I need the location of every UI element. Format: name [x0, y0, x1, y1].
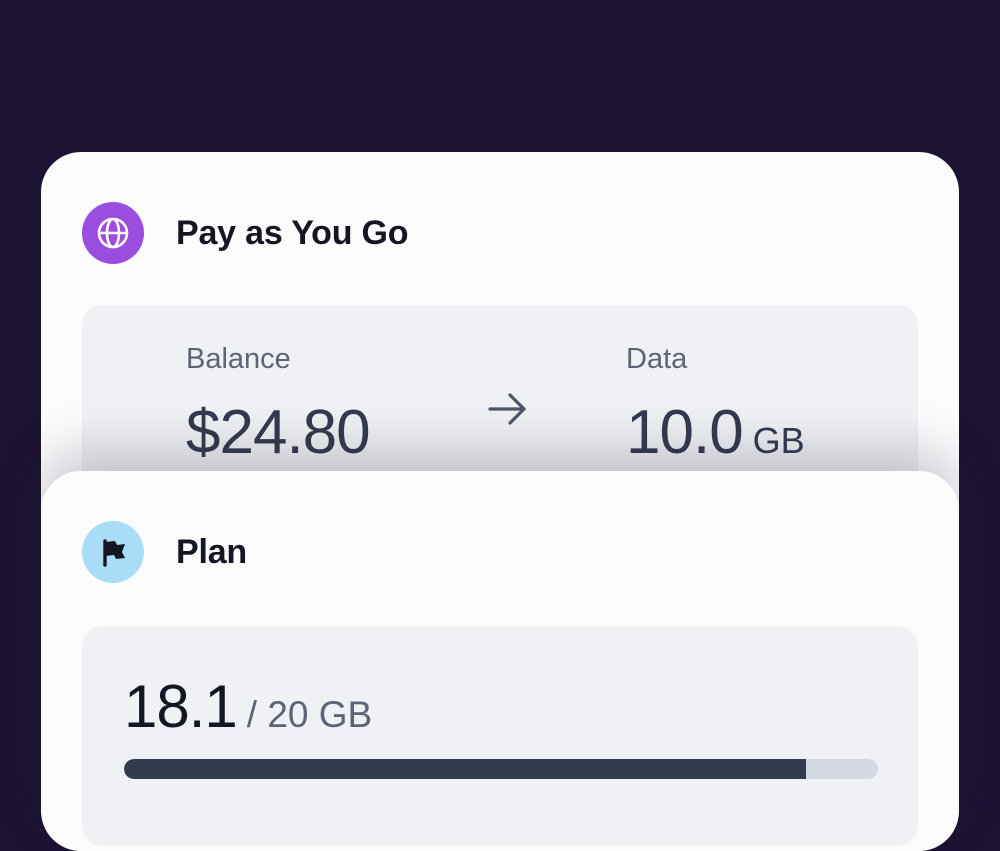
- balance-value: $24.80: [186, 398, 371, 467]
- usage-panel: 18.1/ 20 GB: [82, 626, 918, 846]
- pay-as-you-go-header: Pay as You Go: [82, 202, 409, 264]
- usage-total: / 20 GB: [246, 694, 373, 735]
- data-label: Data: [626, 343, 688, 375]
- flag-icon: [82, 521, 144, 583]
- plan-header: Plan: [82, 521, 247, 583]
- data-value-row: 10.0 GB: [626, 397, 805, 468]
- globe-icon: [82, 202, 144, 264]
- plan-card[interactable]: Plan 18.1/ 20 GB: [41, 471, 959, 851]
- usage-readout: 18.1/ 20 GB: [124, 672, 372, 741]
- pay-as-you-go-title: Pay as You Go: [176, 213, 409, 252]
- data-value: 10.0: [626, 398, 744, 467]
- balance-label: Balance: [186, 343, 291, 375]
- usage-progress-fill: [124, 759, 807, 779]
- usage-used: 18.1: [124, 673, 238, 740]
- usage-progress-bar: [124, 759, 878, 779]
- plan-title: Plan: [176, 532, 248, 571]
- arrow-right-icon: [486, 387, 530, 436]
- data-unit: GB: [752, 420, 805, 461]
